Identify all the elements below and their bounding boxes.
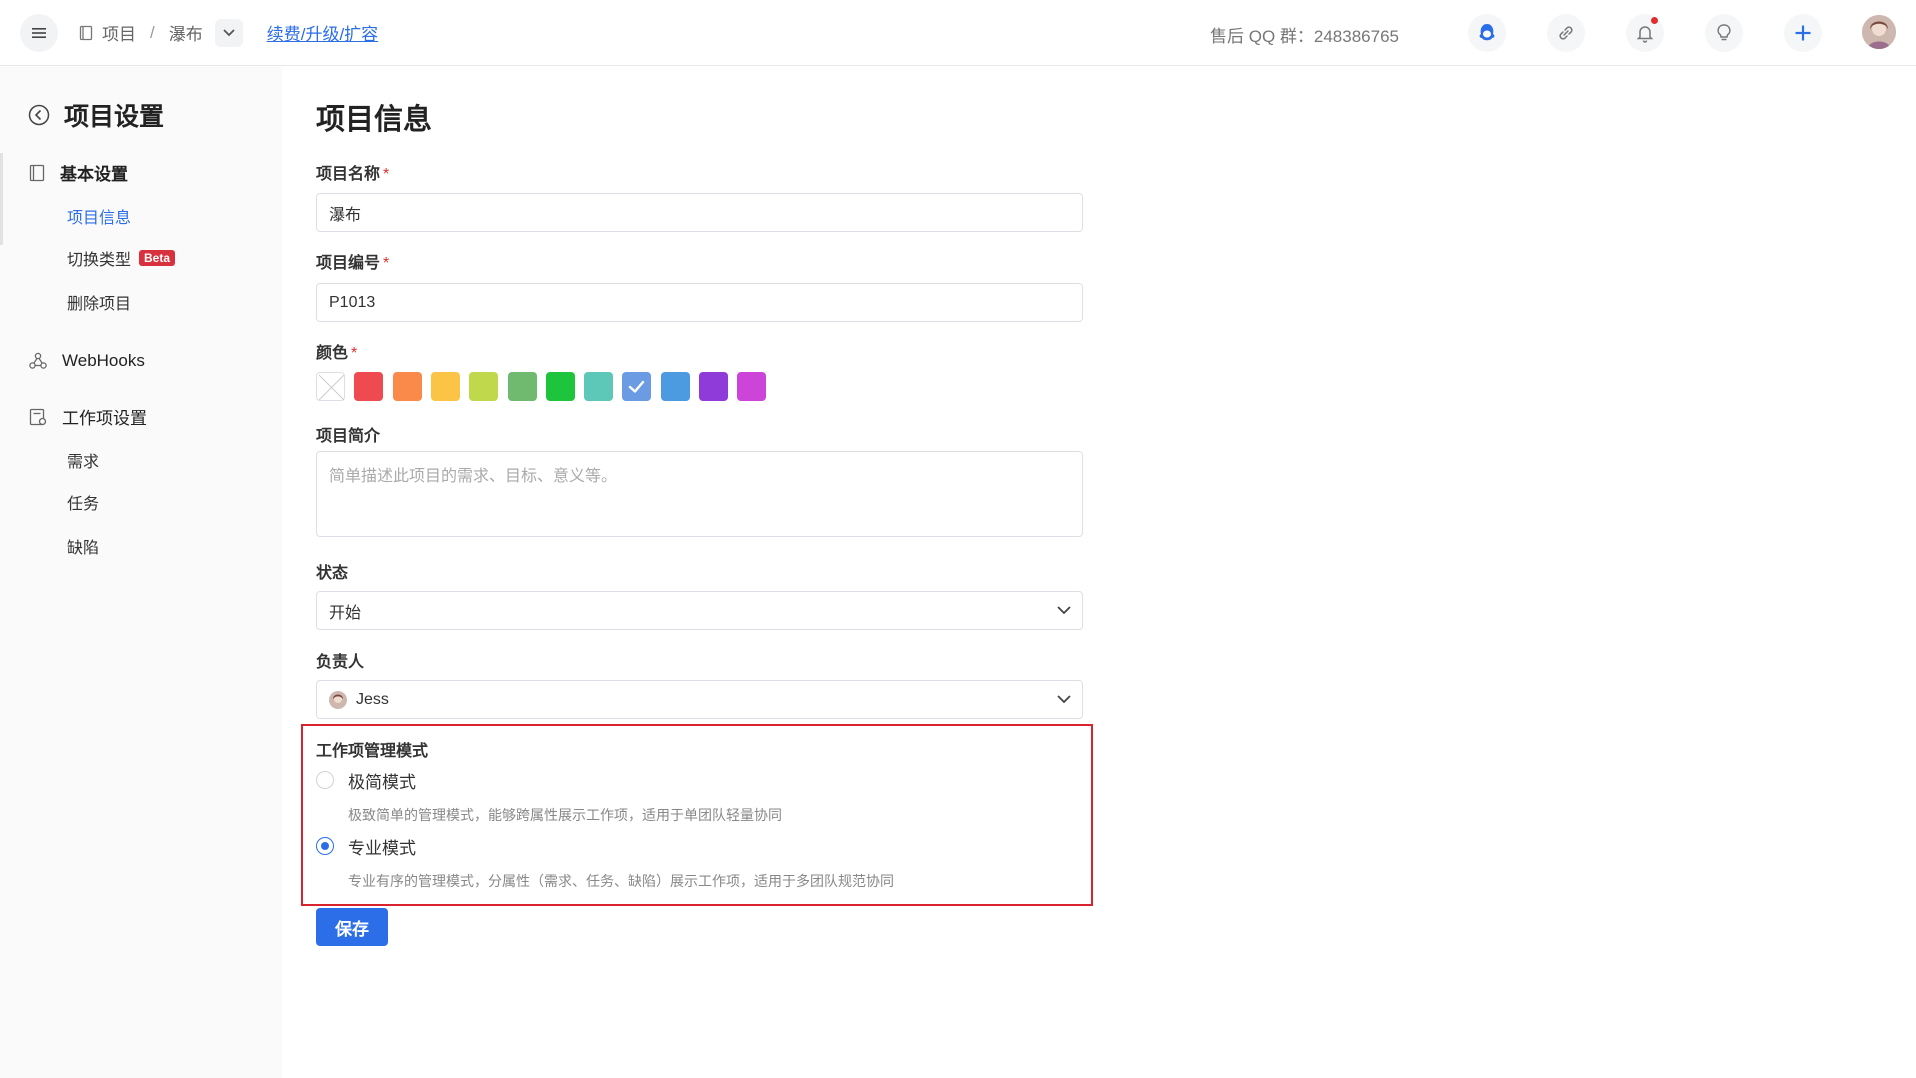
sidebar-group-webhooks[interactable]: WebHooks	[28, 351, 145, 371]
owner-avatar	[329, 690, 347, 709]
color-swatch[interactable]	[622, 372, 652, 401]
owner-value: Jess	[356, 690, 389, 708]
color-swatch[interactable]	[699, 372, 728, 401]
color-swatch[interactable]	[737, 372, 767, 401]
book-icon	[79, 25, 93, 40]
back-icon[interactable]	[28, 104, 50, 126]
status-select[interactable]: 开始	[316, 591, 1083, 630]
chevron-down-icon	[1057, 606, 1071, 615]
webhook-icon	[29, 352, 47, 369]
no-color-icon	[318, 374, 345, 401]
owner-select[interactable]: Jess	[316, 680, 1083, 719]
breadcrumb-projects[interactable]: 项目	[102, 20, 136, 45]
project-name-input[interactable]	[316, 193, 1083, 232]
color-label-text: 颜色	[316, 345, 349, 362]
project-name-label: 项目名称 *	[316, 160, 389, 184]
simple-mode-description: 极致简单的管理模式，能够跨属性展示工作项，适用于单团队轻量协同	[348, 807, 782, 823]
sidebar-item-defect[interactable]: 缺陷	[67, 534, 99, 558]
link-icon[interactable]	[1547, 14, 1585, 52]
sidebar-item-project-info[interactable]: 项目信息	[67, 204, 131, 228]
beta-badge: Beta	[139, 250, 176, 266]
management-mode-label: 工作项管理模式	[316, 743, 429, 760]
workitem-settings-icon	[29, 408, 47, 425]
chevron-down-icon	[1057, 695, 1071, 704]
project-code-label-text: 项目编号	[316, 255, 381, 272]
simple-mode-label[interactable]: 极简模式	[348, 768, 416, 793]
color-label: 颜色 *	[316, 339, 357, 363]
menu-icon[interactable]	[20, 13, 58, 52]
color-swatch[interactable]	[392, 372, 422, 401]
sidebar-title: 项目设置	[28, 97, 164, 133]
breadcrumb-current-project[interactable]: 瀑布	[169, 20, 203, 45]
sidebar-title-text: 项目设置	[64, 103, 165, 131]
user-avatar[interactable]	[1862, 15, 1896, 49]
status-label: 状态	[316, 565, 349, 582]
lightbulb-icon[interactable]	[1705, 14, 1743, 52]
notification-dot	[1651, 17, 1658, 24]
sidebar-item-task[interactable]: 任务	[67, 490, 99, 514]
sidebar-group-webhooks-label: WebHooks	[62, 351, 145, 370]
owner-label: 负责人	[316, 654, 365, 671]
bell-icon[interactable]	[1626, 14, 1664, 52]
project-code-input[interactable]	[316, 283, 1083, 322]
required-mark: *	[383, 166, 390, 183]
breadcrumb-separator: /	[150, 22, 155, 42]
project-switch-chevron-icon[interactable]	[214, 18, 243, 47]
color-swatch[interactable]	[430, 372, 460, 401]
renew-upgrade-link[interactable]: 续费/升级/扩容	[267, 20, 378, 45]
sidebar-item-requirement[interactable]: 需求	[67, 448, 99, 472]
project-intro-label: 项目简介	[316, 428, 381, 445]
required-mark: *	[351, 345, 358, 362]
sidebar-item-switch-type-label: 切换类型	[67, 252, 132, 269]
project-intro-textarea[interactable]	[316, 451, 1083, 537]
color-swatch[interactable]	[584, 372, 614, 401]
sidebar-item-delete-project[interactable]: 删除项目	[67, 290, 131, 314]
qq-group-text: 售后 QQ 群：248386765	[1210, 27, 1399, 46]
professional-mode-label[interactable]: 专业模式	[348, 834, 416, 859]
sidebar-group-basic: 基本设置	[28, 160, 128, 185]
sidebar-group-basic-label: 基本设置	[60, 165, 128, 184]
professional-mode-description: 专业有序的管理模式，分属性（需求、任务、缺陷）展示工作项，适用于多团队规范协同	[348, 873, 894, 889]
sidebar-group-workitem: 工作项设置	[28, 404, 147, 429]
sidebar: 项目设置 基本设置 项目信息 切换类型 Beta 删除项目 WebHooks 工…	[0, 67, 282, 1078]
page-title: 项目信息	[316, 104, 433, 136]
professional-mode-radio[interactable]	[316, 837, 334, 855]
sidebar-item-switch-type[interactable]: 切换类型 Beta	[67, 246, 176, 270]
color-swatch-none[interactable]	[316, 372, 345, 401]
project-name-label-text: 项目名称	[316, 166, 381, 183]
color-swatch[interactable]	[507, 372, 537, 401]
sidebar-group-indicator	[0, 153, 3, 245]
add-icon[interactable]	[1784, 14, 1822, 52]
color-swatch[interactable]	[354, 372, 384, 401]
save-button[interactable]: 保存	[316, 908, 388, 946]
support-icon[interactable]	[1468, 14, 1506, 52]
sidebar-group-workitem-label: 工作项设置	[62, 409, 147, 428]
color-swatch[interactable]	[469, 372, 499, 401]
required-mark: *	[383, 255, 390, 272]
check-icon	[629, 380, 645, 393]
simple-mode-radio[interactable]	[316, 771, 334, 789]
project-code-label: 项目编号 *	[316, 249, 389, 273]
book-icon	[29, 164, 45, 181]
color-swatch[interactable]	[660, 372, 690, 401]
status-value: 开始	[329, 604, 362, 622]
color-swatch[interactable]	[545, 372, 575, 401]
